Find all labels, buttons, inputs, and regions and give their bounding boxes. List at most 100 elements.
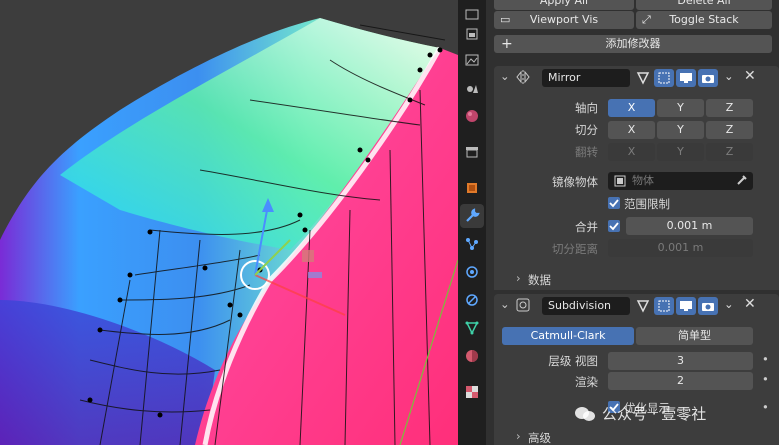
mirror-modifier-icon	[516, 69, 530, 88]
keyframe-dot-icon[interactable]: •	[762, 352, 769, 366]
data-subpanel-label[interactable]: 数据	[528, 272, 551, 288]
merge-checkbox[interactable]	[608, 220, 620, 232]
tab-world[interactable]	[460, 104, 484, 128]
monitor-icon[interactable]	[676, 297, 696, 315]
object-picker-icon	[614, 175, 626, 190]
catmull-clark-toggle[interactable]: Catmull-Clark	[502, 327, 634, 345]
close-icon[interactable]: ✕	[744, 68, 756, 84]
expand-chevron-icon[interactable]: ›	[516, 429, 521, 443]
tab-scene[interactable]	[460, 76, 484, 100]
flip-z-toggle[interactable]: Z	[706, 143, 753, 161]
mirror-modifier-header[interactable]: ⌄ Mirror ⌄ ✕	[494, 66, 779, 90]
edit-mode-toggle-icon[interactable]	[633, 69, 653, 87]
toggle-stack-button[interactable]: ⤢ Toggle Stack	[636, 11, 772, 29]
expand-chevron-icon[interactable]: ›	[516, 271, 521, 285]
camera-icon[interactable]	[698, 69, 718, 87]
collapse-chevron-icon[interactable]: ⌄	[500, 297, 510, 311]
close-icon[interactable]: ✕	[744, 296, 756, 312]
tab-physics[interactable]	[460, 260, 484, 284]
properties-tab-bar	[458, 0, 486, 445]
tab-constraints[interactable]	[460, 288, 484, 312]
bisect-z-toggle[interactable]: Z	[706, 121, 753, 139]
eyedropper-icon[interactable]	[736, 174, 748, 189]
bisect-x-toggle[interactable]: X	[608, 121, 655, 139]
advanced-subpanel-label[interactable]: 高级	[528, 430, 551, 445]
tab-collection[interactable]	[460, 140, 484, 164]
camera-back-icon	[465, 9, 479, 20]
tab-data[interactable]	[460, 316, 484, 340]
bisect-y-toggle[interactable]: Y	[657, 121, 704, 139]
levels-viewport-label: 层级 视图	[548, 354, 598, 368]
render-levels-field[interactable]: 2	[608, 372, 753, 390]
tab-output[interactable]	[460, 22, 484, 46]
simple-toggle[interactable]: 简单型	[636, 327, 753, 345]
box-icon	[466, 147, 478, 158]
axis-z-toggle[interactable]: Z	[706, 99, 753, 117]
cage-toggle-icon[interactable]	[654, 297, 674, 315]
checkmark-icon	[609, 199, 619, 208]
merge-label: 合并	[575, 220, 598, 234]
printer-icon	[466, 28, 478, 40]
dropdown-chevron-icon[interactable]: ⌄	[724, 297, 734, 311]
toggle-stack-label: Toggle Stack	[669, 13, 739, 26]
mesh-data-icon	[465, 321, 479, 335]
flip-label: 翻转	[575, 145, 598, 159]
viewport-vis-button[interactable]: ▭ Viewport Vis	[494, 11, 634, 29]
mirror-object-label: 镜像物体	[552, 175, 598, 189]
collapse-chevron-icon[interactable]: ⌄	[500, 69, 510, 83]
monitor-icon: ▭	[500, 13, 511, 26]
mirror-name-field[interactable]: Mirror	[542, 69, 630, 87]
mirror-object-field[interactable]: 物体	[608, 172, 753, 190]
axis-label: 轴向	[575, 101, 598, 115]
bisect-distance-field[interactable]: 0.001 m	[608, 239, 753, 257]
scene-icon	[467, 85, 478, 93]
material-icon	[466, 350, 478, 362]
3d-viewport[interactable]	[0, 0, 458, 445]
checkmark-icon	[609, 222, 619, 231]
wrench-icon	[466, 208, 480, 222]
subdivision-modifier-header[interactable]: ⌄ Subdivision ⌄ ✕	[494, 294, 779, 318]
merge-distance-field[interactable]: 0.001 m	[626, 217, 753, 235]
viewport-vis-label: Viewport Vis	[529, 13, 599, 26]
checker-icon	[466, 386, 478, 398]
camera-icon[interactable]	[698, 297, 718, 315]
tab-object[interactable]	[460, 176, 484, 200]
render-levels-label: 渲染	[575, 375, 598, 389]
monitor-icon[interactable]	[676, 69, 696, 87]
world-icon	[466, 110, 478, 122]
keyframe-dot-icon[interactable]: •	[762, 372, 769, 386]
add-modifier-label: 添加修改器	[605, 37, 661, 50]
physics-icon	[466, 266, 478, 278]
axis-y-toggle[interactable]: Y	[657, 99, 704, 117]
tab-texture[interactable]	[460, 380, 484, 404]
dropdown-chevron-icon[interactable]: ⌄	[724, 69, 734, 83]
properties-panel: Apply All Delete All ▭ Viewport Vis ⤢ To…	[486, 0, 779, 445]
delete-all-button[interactable]: Delete All	[636, 0, 772, 10]
apply-all-button[interactable]: Apply All	[494, 0, 634, 10]
watermark-text: 公众号 · 壹零社	[602, 405, 707, 423]
subdivision-name-field[interactable]: Subdivision	[542, 297, 630, 315]
tab-material[interactable]	[460, 344, 484, 368]
constraint-icon	[466, 294, 478, 306]
clipping-checkbox[interactable]	[608, 197, 620, 209]
cage-toggle-icon[interactable]	[654, 69, 674, 87]
edit-mode-toggle-icon[interactable]	[633, 297, 653, 315]
levels-viewport-field[interactable]: 3	[608, 352, 753, 370]
object-icon	[467, 183, 477, 193]
tab-particles[interactable]	[460, 232, 484, 256]
tab-view-layer[interactable]	[460, 48, 484, 72]
subdivision-modifier-icon	[516, 298, 530, 315]
expand-icon: ⤢	[642, 13, 651, 26]
plus-icon: +	[501, 36, 513, 52]
add-modifier-button[interactable]: + 添加修改器	[494, 35, 772, 53]
clipping-label: 范围限制	[624, 197, 670, 211]
flip-x-toggle[interactable]: X	[608, 143, 655, 161]
bisect-distance-label: 切分距离	[552, 242, 598, 256]
bisect-label: 切分	[575, 123, 598, 137]
flip-y-toggle[interactable]: Y	[657, 143, 704, 161]
particles-icon	[466, 238, 478, 250]
keyframe-dot-icon[interactable]: •	[762, 400, 769, 414]
axis-x-toggle[interactable]: X	[608, 99, 655, 117]
image-icon	[465, 54, 479, 66]
tab-modifiers[interactable]	[460, 204, 484, 228]
